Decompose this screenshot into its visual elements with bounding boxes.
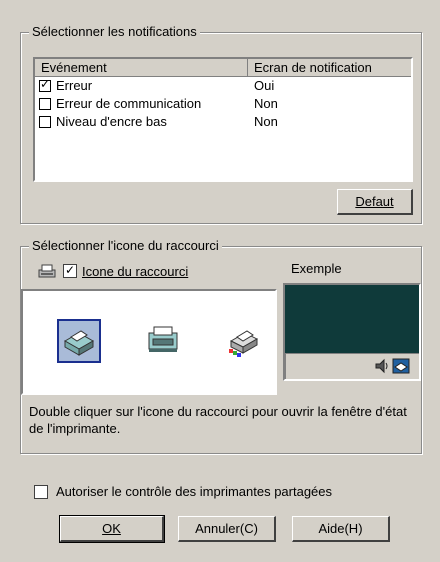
system-tray-preview: [285, 353, 419, 379]
printer-front-icon: [148, 326, 178, 352]
help-button[interactable]: Aide(H): [292, 516, 390, 542]
ok-button[interactable]: OK: [59, 515, 165, 543]
tray-printer-icon: [392, 358, 410, 374]
list-item[interactable]: Erreur de communication Non: [35, 95, 411, 113]
notifications-group: Sélectionner les notifications Evénement…: [20, 24, 422, 224]
notification-value: Non: [254, 96, 278, 111]
printer-icon: [38, 264, 56, 278]
shortcut-checkbox-label: Icone du raccourci: [82, 263, 189, 279]
help-button-label: Aide(H): [318, 521, 363, 536]
row-checkbox[interactable]: ✓: [39, 77, 51, 92]
shortcut-checkbox-row[interactable]: ✓ Icone du raccourci: [37, 263, 188, 279]
checkmark-icon: ✓: [40, 77, 51, 91]
list-item[interactable]: Niveau d'encre bas Non: [35, 113, 411, 131]
row-checkbox[interactable]: [39, 116, 51, 128]
shared-control-row[interactable]: Autoriser le contrôle des imprimantes pa…: [34, 484, 332, 499]
notifications-list[interactable]: Evénement Ecran de notification ✓ Erreur…: [33, 57, 413, 182]
shortcut-group: Sélectionner l'icone du raccourci ✓ Icon…: [20, 238, 422, 454]
checkmark-icon: ✓: [65, 263, 76, 277]
icon-option-printer-color[interactable]: [223, 319, 267, 363]
shortcut-checkbox[interactable]: ✓: [63, 263, 77, 278]
example-preview: [283, 283, 421, 381]
example-label: Exemple: [291, 261, 342, 276]
notification-value: Oui: [254, 78, 275, 93]
icon-selector[interactable]: [21, 289, 277, 395]
printer-icon: [63, 330, 95, 356]
cancel-button[interactable]: Annuler(C): [178, 516, 276, 542]
event-label: Niveau d'encre bas: [56, 114, 167, 129]
icon-option-printer-front[interactable]: [143, 319, 187, 363]
list-header: Evénement Ecran de notification: [35, 59, 411, 77]
default-button[interactable]: Defaut: [337, 189, 413, 215]
ok-button-label: OK: [102, 521, 121, 536]
shared-control-label: Autoriser le contrôle des imprimantes pa…: [56, 484, 333, 499]
column-header-event[interactable]: Evénement: [35, 59, 248, 77]
column-header-notification[interactable]: Ecran de notification: [248, 59, 411, 77]
list-item[interactable]: ✓ Erreur Oui: [35, 77, 411, 95]
printer-color-icon: [229, 330, 259, 357]
shortcut-description: Double cliquer sur l'icone du raccourci …: [29, 404, 407, 436]
default-button-label: Defaut: [355, 194, 394, 209]
cancel-button-label: Annuler(C): [195, 521, 258, 536]
icon-option-printer[interactable]: [57, 319, 101, 363]
notification-value: Non: [254, 114, 278, 129]
notifications-group-label: Sélectionner les notifications: [29, 24, 200, 40]
shared-control-checkbox[interactable]: [34, 484, 48, 499]
speaker-icon: [375, 358, 388, 374]
event-label: Erreur: [56, 78, 93, 93]
row-checkbox[interactable]: [39, 98, 51, 110]
shortcut-group-label: Sélectionner l'icone du raccourci: [29, 238, 222, 254]
event-label: Erreur de communication: [56, 96, 202, 111]
